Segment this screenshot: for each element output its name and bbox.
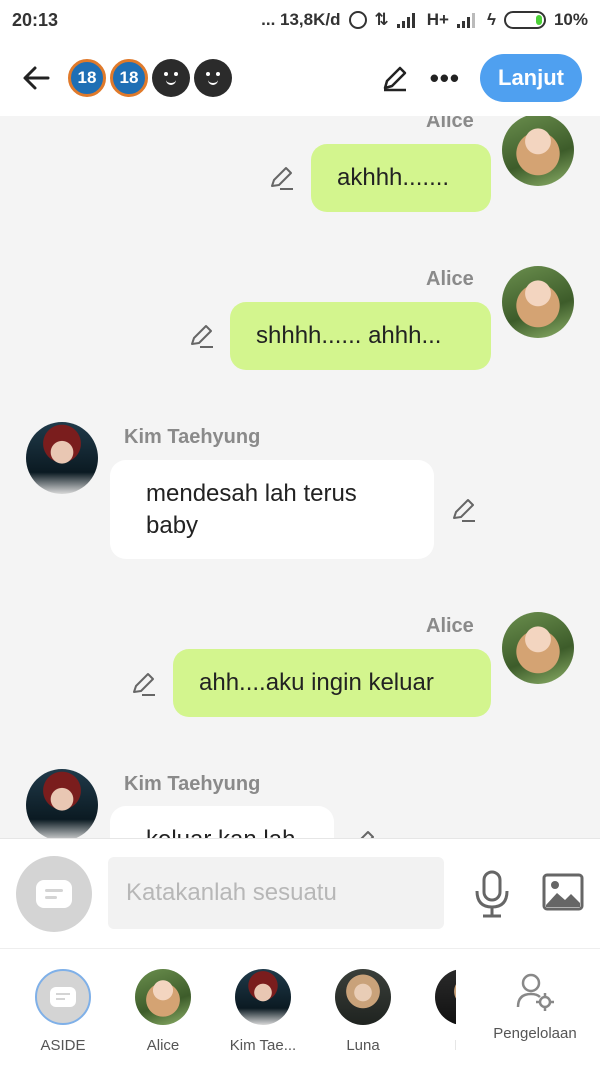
message-bubble[interactable]: ahh....aku ingin keluar [173,649,491,717]
avatar-la [435,969,456,1025]
message-bubble[interactable]: akhhh....... [311,144,491,212]
status-bar: 20:13 ... 13,8K/d ⇅ H+ ϟ 10% [0,0,600,40]
tab-label: Alice [146,1037,180,1054]
battery-icon [503,11,546,29]
manage-label: Pengelolaan [493,1025,577,1042]
face-emoji-icon [194,59,232,97]
back-arrow-icon[interactable] [18,60,54,96]
network-speed: ... 13,8K/d [261,10,341,29]
edit-message-icon[interactable] [350,828,378,838]
next-button[interactable]: Lanjut [480,54,582,102]
avatar-alice[interactable] [502,612,574,684]
microphone-icon[interactable] [470,869,514,919]
tab-luna[interactable]: Luna [318,969,408,1054]
edit-message-icon[interactable] [450,496,478,524]
chat-header: 18 18 ••• Lanjut [0,40,600,116]
aside-icon [35,969,91,1025]
composer-bar [0,838,600,948]
edit-message-icon[interactable] [188,322,216,350]
message-bubble[interactable]: keluar kan lah [110,806,334,838]
character-tab-bar: ASIDE Alice Kim Tae... Luna La Pengelola… [0,948,600,1067]
tab-label: Kim Tae... [229,1037,297,1054]
face-emoji-icon [152,59,190,97]
tab-label: La [455,1037,456,1054]
age-18-badge: 18 [68,59,106,97]
message-input[interactable] [108,857,444,929]
message-bubble[interactable]: shhhh...... ahhh... [230,302,491,370]
tab-la[interactable]: La [418,969,456,1054]
signal-icon [396,12,419,28]
signal-2-icon [456,12,479,28]
chat-thread[interactable]: Alice akhhh....... Alice shhhh...... ahh… [0,116,600,838]
message-bubble[interactable]: mendesah lah terus baby [110,460,434,559]
tab-label: ASIDE [40,1037,86,1054]
charging-icon: ϟ [486,10,496,29]
avatar-kim-taehyung [235,969,291,1025]
status-time: 20:13 [12,9,59,30]
message-sender: Kim Taehyung [124,426,261,448]
edit-message-icon[interactable] [268,164,296,192]
age-18-badge: 18 [110,59,148,97]
more-options-icon[interactable]: ••• [430,63,460,94]
tab-aside[interactable]: ASIDE [18,969,108,1054]
participant-badges: 18 18 [68,59,232,97]
alarm-icon [348,11,367,29]
avatar-kim-taehyung[interactable] [26,769,98,838]
tab-alice[interactable]: Alice [118,969,208,1054]
avatar-kim-taehyung[interactable] [26,422,98,494]
user-settings-icon [516,973,554,1011]
manage-button[interactable]: Pengelolaan [470,971,600,1042]
message-sender: Alice [426,116,474,132]
avatar-alice[interactable] [502,266,574,338]
message-sender: Kim Taehyung [124,773,261,795]
tab-overflow-clip: La [418,949,456,1067]
edit-message-icon[interactable] [130,670,158,698]
tab-label: Luna [346,1037,380,1054]
tab-kim-taehyung[interactable]: Kim Tae... [218,969,308,1054]
avatar-luna [335,969,391,1025]
message-sender: Alice [426,268,474,290]
network-type: H+ [426,10,449,29]
avatar-alice[interactable] [502,116,574,186]
header-actions: ••• Lanjut [380,54,582,102]
image-icon[interactable] [542,873,584,911]
data-transfer-icon: ⇅ [374,10,389,29]
edit-pen-icon[interactable] [380,63,410,93]
battery-percent: 10% [553,10,588,29]
status-right: ... 13,8K/d ⇅ H+ ϟ 10% [261,10,588,30]
narration-toggle-icon[interactable] [16,856,92,932]
avatar-alice [135,969,191,1025]
message-sender: Alice [426,615,474,637]
